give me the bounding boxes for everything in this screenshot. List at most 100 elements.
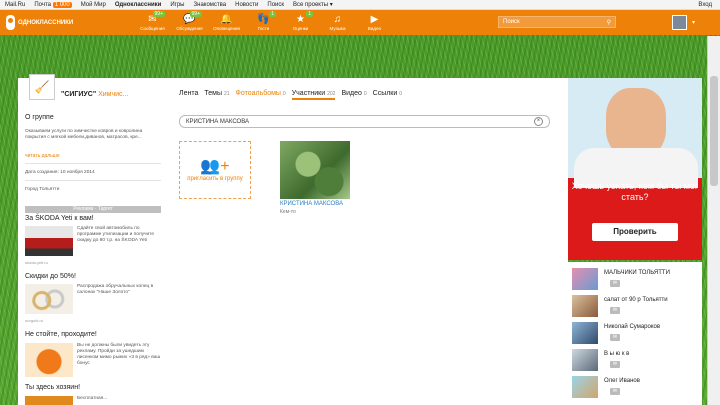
group-avatar[interactable]: 🧹 xyxy=(29,74,55,100)
ad-image-car[interactable] xyxy=(25,226,73,256)
nav-label: Гости xyxy=(257,26,270,31)
games-link[interactable]: Игры xyxy=(170,2,184,8)
item-thumbnail[interactable] xyxy=(572,295,598,317)
ad-title[interactable]: Не стойте, проходите! xyxy=(25,331,97,338)
login-link[interactable]: Вход xyxy=(698,2,712,8)
nav-guests[interactable]: 👣 Гости 1 xyxy=(245,11,282,31)
nav-label: Оценки xyxy=(292,26,309,31)
invite-label: пригласить в группу xyxy=(187,176,243,182)
member-name[interactable]: КРИСТИНА МАКСОВА xyxy=(280,201,343,207)
banner-text: Хочешь узнать, кем бы ты мог стать? xyxy=(571,181,699,202)
about-title: О группе xyxy=(25,114,54,121)
ads-title: Реклама · Таргет xyxy=(25,206,161,213)
ad-source[interactable]: ourgold.ru xyxy=(25,318,43,323)
myworld-link[interactable]: Мой Мир xyxy=(81,2,106,8)
message-icon[interactable]: ✉ xyxy=(610,280,620,287)
mailru-top-bar: Mail.Ru Почта 1 000 Мой Мир Одноклассник… xyxy=(0,0,720,10)
item-thumbnail[interactable] xyxy=(572,268,598,290)
scrollbar-thumb[interactable] xyxy=(710,76,718,186)
footprints-icon: 👣 xyxy=(257,14,270,25)
item-title[interactable]: МАЛЬЧИКИ ТОЛЬЯТТИ xyxy=(604,270,670,276)
ad-image[interactable] xyxy=(25,396,73,405)
tab-topics[interactable]: Темы 21 xyxy=(204,90,229,100)
group-name[interactable]: "СИГИУС" Химчис... xyxy=(61,91,128,98)
site-logo[interactable]: ОДНОКЛАССНИКИ xyxy=(6,15,126,30)
nav-notifications[interactable]: 🔔 Оповещения xyxy=(208,14,245,31)
message-icon[interactable]: ✉ xyxy=(610,388,620,395)
chevron-down-icon[interactable]: ▾ xyxy=(692,19,695,26)
item-thumbnail[interactable] xyxy=(572,349,598,371)
mail-link[interactable]: Почта 1 000 xyxy=(34,1,72,8)
divider xyxy=(25,163,161,164)
item-title[interactable]: В ы ю к в xyxy=(604,351,629,357)
about-text: Оказываем услуги по химчистке ковров и к… xyxy=(25,129,143,140)
read-more-link[interactable]: читать дальше xyxy=(25,153,60,159)
ad-title[interactable]: За ŠKODA Yeti к вам! xyxy=(25,215,94,222)
item-title[interactable]: Николай Сумароков xyxy=(604,324,660,330)
search-link[interactable]: Поиск xyxy=(267,2,284,8)
star-icon: ★ xyxy=(296,14,305,25)
nav-ratings[interactable]: ★ Оценки 1 xyxy=(282,11,319,31)
add-users-icon: 👥+ xyxy=(200,158,230,175)
nav-count: 99+ xyxy=(189,11,202,17)
nav-discussions[interactable]: 💬 Обсуждения 99+ xyxy=(171,11,208,31)
ad-desc[interactable]: Распродажа обручальных колец в салонах "… xyxy=(77,284,161,296)
ok-logo-icon xyxy=(6,15,15,30)
message-icon[interactable]: ✉ xyxy=(610,334,620,341)
item-thumbnail[interactable] xyxy=(572,376,598,398)
member-search-value: КРИСТИНА МАКСОВА xyxy=(186,118,250,125)
tab-feed[interactable]: Лента xyxy=(179,90,198,100)
item-title[interactable]: салат от 90 р Тольятти xyxy=(604,297,668,303)
list-item[interactable]: салат от 90 р Тольятти ✉ xyxy=(572,293,700,319)
banner-check-button[interactable]: Проверить xyxy=(592,223,678,241)
invite-to-group-button[interactable]: 👥+ пригласить в группу xyxy=(179,141,251,199)
nav-messages[interactable]: ✉ Сообщения 99+ xyxy=(134,11,171,31)
nav-label: Сообщения xyxy=(140,26,165,31)
ad-desc[interactable]: Вы не должны были увидеть эту рекламу. П… xyxy=(77,343,161,367)
message-icon[interactable]: ✉ xyxy=(610,361,620,368)
item-title[interactable]: Олег Иванов xyxy=(604,378,640,384)
mail-badge: 1 000 xyxy=(52,1,72,8)
nav-music[interactable]: ♫ Музыка xyxy=(319,14,356,31)
item-thumbnail[interactable] xyxy=(572,322,598,344)
ad-desc[interactable]: Сдайте свой автомобиль по программе утил… xyxy=(77,226,161,244)
mailru-link[interactable]: Mail.Ru xyxy=(5,2,25,8)
tab-albums[interactable]: Фотоальбомы 0 xyxy=(236,90,286,100)
close-icon[interactable]: × xyxy=(534,117,543,126)
list-item[interactable]: В ы ю к в ✉ xyxy=(572,347,700,373)
list-item[interactable]: Николай Сумароков ✉ xyxy=(572,320,700,346)
nav-label: Обсуждения xyxy=(176,26,203,31)
header-search-input[interactable]: Поиск ⚲ xyxy=(498,16,616,28)
message-icon[interactable]: ✉ xyxy=(610,307,620,314)
tab-links[interactable]: Ссылки 0 xyxy=(373,90,402,100)
play-icon: ▶ xyxy=(370,14,379,25)
news-link[interactable]: Новости xyxy=(235,2,258,8)
tab-members[interactable]: Участники 202 xyxy=(291,90,336,100)
nav-label: Музыка xyxy=(329,26,346,31)
ad-title[interactable]: Ты здесь хозяин! xyxy=(25,384,80,391)
ad-desc[interactable]: Бесплатная... xyxy=(77,396,161,402)
list-item[interactable]: МАЛЬЧИКИ ТОЛЬЯТТИ ✉ xyxy=(572,266,700,292)
logo-text: ОДНОКЛАССНИКИ xyxy=(18,19,74,26)
ad-image-fox[interactable] xyxy=(25,343,73,377)
nav-video[interactable]: ▶ Видео xyxy=(356,14,393,31)
page-scrollbar[interactable] xyxy=(707,36,720,405)
search-icon[interactable]: ⚲ xyxy=(607,19,611,26)
nav-count: 1 xyxy=(306,11,313,17)
user-avatar[interactable] xyxy=(672,15,687,30)
tab-video[interactable]: Видео 0 xyxy=(341,90,366,100)
ad-title[interactable]: Скидки до 50%! xyxy=(25,273,76,280)
ad-source[interactable]: skoda-yeti.ru xyxy=(25,260,48,265)
all-projects-link[interactable]: Все проекты ▾ xyxy=(293,1,333,8)
ad-banner[interactable]: Хочешь узнать, кем бы ты мог стать? Пров… xyxy=(568,78,702,260)
main-content: 🧹 "СИГИУС" Химчис... О группе Оказываем … xyxy=(18,74,568,405)
member-subtitle: Кем-то xyxy=(280,209,296,215)
dating-link[interactable]: Знакомства xyxy=(194,2,227,8)
nav-count: 1 xyxy=(269,11,276,17)
member-photo[interactable] xyxy=(280,141,350,199)
list-item[interactable]: Олег Иванов ✉ xyxy=(572,374,700,400)
member-search-input[interactable]: КРИСТИНА МАКСОВА × xyxy=(179,115,550,128)
ad-image-rings[interactable] xyxy=(25,284,73,314)
ok-link[interactable]: Одноклассники xyxy=(115,2,162,8)
nav-label: Оповещения xyxy=(213,26,240,31)
